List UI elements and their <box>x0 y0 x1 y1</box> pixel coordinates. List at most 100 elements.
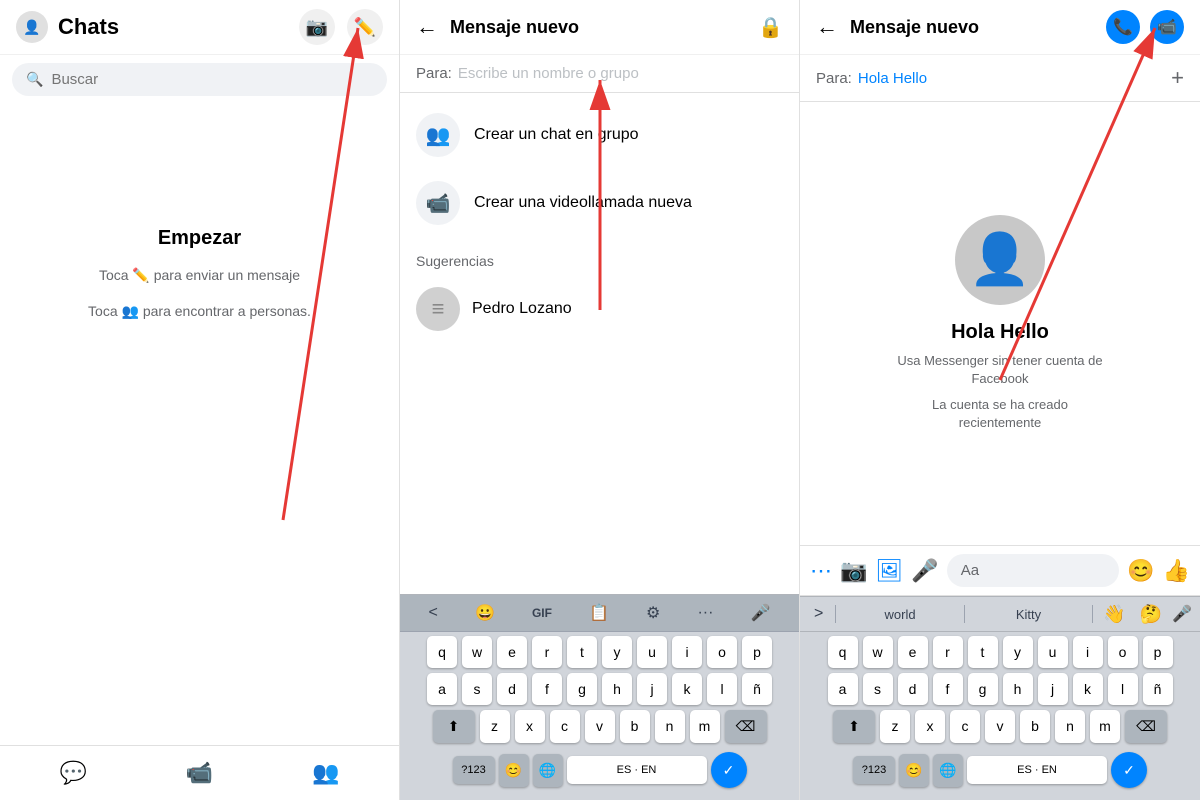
key3-send[interactable]: ✓ <box>1111 752 1147 788</box>
search-bar[interactable]: 🔍 <box>12 63 387 96</box>
chat-input[interactable]: Aa <box>947 554 1119 587</box>
key3-123[interactable]: ?123 <box>853 756 895 784</box>
key3-d[interactable]: d <box>898 673 928 705</box>
back-button[interactable]: ← <box>416 14 438 40</box>
key-y[interactable]: y <box>602 636 632 668</box>
key-ñ[interactable]: ñ <box>742 673 772 705</box>
key3-emoji[interactable]: 😊 <box>899 754 929 787</box>
key-b[interactable]: b <box>620 710 650 743</box>
key3-c[interactable]: c <box>950 710 980 743</box>
kb-clipboard-btn[interactable]: 📋 <box>583 601 615 625</box>
suggestion-world[interactable]: world <box>842 605 957 624</box>
to-input[interactable] <box>458 65 783 82</box>
create-group-chat-item[interactable]: 👥 Crear un chat en grupo <box>400 101 799 169</box>
kbd-mic-sug[interactable]: 🎤 <box>1172 604 1192 624</box>
key3-w[interactable]: w <box>863 636 893 668</box>
key3-y[interactable]: y <box>1003 636 1033 668</box>
key-j[interactable]: j <box>637 673 667 705</box>
key-i[interactable]: i <box>672 636 702 668</box>
key-space[interactable]: ES · EN <box>567 756 707 784</box>
key-x[interactable]: x <box>515 710 545 743</box>
kb-gif-btn[interactable]: GIF <box>526 604 558 622</box>
contact-pedro-item[interactable]: ≡ Pedro Lozano <box>400 277 799 341</box>
key-g[interactable]: g <box>567 673 597 705</box>
key-q[interactable]: q <box>427 636 457 668</box>
key3-backspace[interactable]: ⌫ <box>1125 710 1167 743</box>
key-emoji[interactable]: 😊 <box>499 754 529 787</box>
key-h[interactable]: h <box>602 673 632 705</box>
key3-i[interactable]: i <box>1073 636 1103 668</box>
create-video-call-item[interactable]: 📹 Crear una videollamada nueva <box>400 169 799 237</box>
key3-a[interactable]: a <box>828 673 858 705</box>
key3-shift[interactable]: ⬆ <box>833 710 875 743</box>
key3-globe[interactable]: 🌐 <box>933 754 963 787</box>
key3-g[interactable]: g <box>968 673 998 705</box>
key-v[interactable]: v <box>585 710 615 743</box>
key3-ñ[interactable]: ñ <box>1143 673 1173 705</box>
key3-l[interactable]: l <box>1108 673 1138 705</box>
key3-u[interactable]: u <box>1038 636 1068 668</box>
key-m[interactable]: m <box>690 710 720 743</box>
search-input[interactable] <box>51 71 373 88</box>
key-e[interactable]: e <box>497 636 527 668</box>
like-button[interactable]: 👍 <box>1163 558 1190 584</box>
key-f[interactable]: f <box>532 673 562 705</box>
key-z[interactable]: z <box>480 710 510 743</box>
key3-v[interactable]: v <box>985 710 1015 743</box>
key-123[interactable]: ?123 <box>453 756 495 784</box>
key3-p[interactable]: p <box>1143 636 1173 668</box>
compose-button[interactable]: ✏️ <box>347 9 383 45</box>
nav-people-icon[interactable]: 👥 <box>312 760 339 786</box>
key-t[interactable]: t <box>567 636 597 668</box>
nav-video-icon[interactable]: 📹 <box>186 760 213 786</box>
key3-k[interactable]: k <box>1073 673 1103 705</box>
kbd-back-btn3[interactable]: > <box>808 603 829 625</box>
key-w[interactable]: w <box>462 636 492 668</box>
camera-button[interactable]: 📷 <box>299 9 335 45</box>
key-c[interactable]: c <box>550 710 580 743</box>
key-backspace[interactable]: ⌫ <box>725 710 767 743</box>
kb-emoji-btn[interactable]: 😀 <box>469 601 501 625</box>
gallery-icon[interactable]: 🖼 <box>875 558 903 584</box>
key-globe[interactable]: 🌐 <box>533 754 563 787</box>
key3-o[interactable]: o <box>1108 636 1138 668</box>
key-s[interactable]: s <box>462 673 492 705</box>
key-u[interactable]: u <box>637 636 667 668</box>
key3-space[interactable]: ES · EN <box>967 756 1107 784</box>
phone-call-button[interactable]: 📞 <box>1106 10 1140 44</box>
kb-settings-btn[interactable]: ⚙ <box>640 601 666 625</box>
video-call-button[interactable]: 📹 <box>1150 10 1184 44</box>
key-k[interactable]: k <box>672 673 702 705</box>
key-l[interactable]: l <box>707 673 737 705</box>
key3-q[interactable]: q <box>828 636 858 668</box>
key3-b[interactable]: b <box>1020 710 1050 743</box>
dots-icon[interactable]: ⋯ <box>810 558 832 584</box>
suggestion-kitty[interactable]: Kitty <box>971 605 1086 624</box>
camera-toolbar-icon[interactable]: 📷 <box>840 558 867 584</box>
contact-back-button[interactable]: ← <box>816 14 838 40</box>
key-p[interactable]: p <box>742 636 772 668</box>
suggestion-wave[interactable]: 👋 <box>1099 604 1129 625</box>
key-o[interactable]: o <box>707 636 737 668</box>
key3-n[interactable]: n <box>1055 710 1085 743</box>
kb-mic-btn[interactable]: 🎤 <box>745 601 777 625</box>
key3-s[interactable]: s <box>863 673 893 705</box>
key3-x[interactable]: x <box>915 710 945 743</box>
key3-m[interactable]: m <box>1090 710 1120 743</box>
kb-more-btn[interactable]: ··· <box>691 602 719 624</box>
key-n[interactable]: n <box>655 710 685 743</box>
nav-chat-icon[interactable]: 💬 <box>59 760 86 786</box>
key3-z[interactable]: z <box>880 710 910 743</box>
key3-j[interactable]: j <box>1038 673 1068 705</box>
kb-back-btn[interactable]: < <box>423 602 444 624</box>
emoji-button[interactable]: 😊 <box>1127 558 1154 584</box>
key3-f[interactable]: f <box>933 673 963 705</box>
key3-t[interactable]: t <box>968 636 998 668</box>
suggestion-think[interactable]: 🤔 <box>1136 604 1166 625</box>
key-send[interactable]: ✓ <box>711 752 747 788</box>
key3-h[interactable]: h <box>1003 673 1033 705</box>
add-recipient-button[interactable]: + <box>1171 65 1184 91</box>
key3-r[interactable]: r <box>933 636 963 668</box>
key3-e[interactable]: e <box>898 636 928 668</box>
key-d[interactable]: d <box>497 673 527 705</box>
